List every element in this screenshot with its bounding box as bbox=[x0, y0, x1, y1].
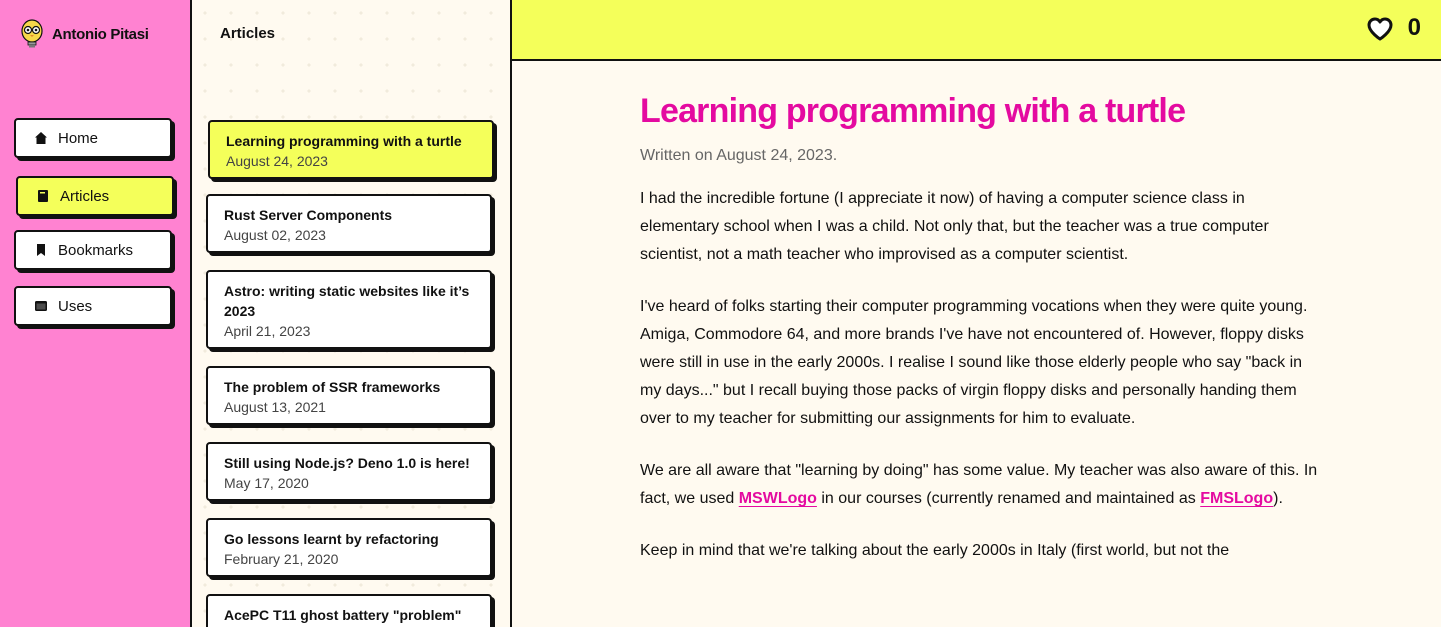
nav-articles[interactable]: Articles bbox=[16, 176, 174, 216]
articles-list-pane: Articles Learning programming with a tur… bbox=[192, 0, 512, 627]
article-card-date: May 17, 2020 bbox=[224, 475, 309, 491]
nav-articles-label: Articles bbox=[60, 187, 110, 205]
article-card[interactable]: The problem of SSR frameworks August 13,… bbox=[206, 366, 492, 425]
heart-icon[interactable] bbox=[1367, 17, 1393, 41]
article-card[interactable]: Still using Node.js? Deno 1.0 is here! M… bbox=[206, 442, 492, 501]
article-card-title: Astro: writing static websites like it’s… bbox=[224, 283, 470, 319]
article-card-title: The problem of SSR frameworks bbox=[224, 379, 441, 395]
brand[interactable]: Antonio Pitasi bbox=[20, 18, 149, 50]
bookmark-icon bbox=[37, 244, 45, 256]
article-card-title: Go lessons learnt by refactoring bbox=[224, 531, 439, 547]
article-card-title: Still using Node.js? Deno 1.0 is here! bbox=[224, 455, 470, 471]
article-card[interactable]: Go lessons learnt by refactoring Februar… bbox=[206, 518, 492, 577]
sidebar: Antonio Pitasi Home Articles Bookmarks U… bbox=[0, 0, 192, 627]
article-card-title: Learning programming with a turtle bbox=[226, 133, 462, 149]
owl-bulb-icon bbox=[21, 19, 43, 48]
nav-bookmarks[interactable]: Bookmarks bbox=[14, 230, 172, 270]
article-paragraph: I had the incredible fortune (I apprecia… bbox=[640, 190, 1269, 263]
article-card[interactable]: Astro: writing static websites like it’s… bbox=[206, 270, 492, 349]
article-card[interactable]: Rust Server Components August 02, 2023 bbox=[206, 194, 492, 253]
article-card-date: August 24, 2023 bbox=[226, 153, 328, 169]
laptop-icon bbox=[35, 301, 47, 311]
article-title: Learning programming with a turtle bbox=[640, 92, 1186, 130]
article-date: Written on August 24, 2023. bbox=[640, 147, 838, 164]
nav-home-label: Home bbox=[58, 129, 99, 147]
brand-name: Antonio Pitasi bbox=[52, 25, 149, 43]
nav-uses-label: Uses bbox=[58, 297, 93, 315]
article-card-date: April 21, 2023 bbox=[224, 323, 311, 339]
paragraph-text: ). bbox=[1273, 490, 1283, 507]
list-title: Articles bbox=[220, 25, 276, 42]
nav-bookmarks-label: Bookmarks bbox=[58, 241, 134, 259]
book-icon bbox=[38, 190, 48, 202]
article-card[interactable]: Learning programming with a turtle Augus… bbox=[208, 120, 494, 179]
article: Learning programming with a turtle Writt… bbox=[640, 88, 1320, 565]
article-card[interactable]: AcePC T11 ghost battery "problem" bbox=[206, 594, 492, 627]
article-card-title: Rust Server Components bbox=[224, 207, 393, 223]
home-icon bbox=[35, 132, 47, 144]
fmslogo-link[interactable]: FMSLogo bbox=[1200, 490, 1273, 507]
mswlogo-link[interactable]: MSWLogo bbox=[739, 490, 817, 507]
nav-uses[interactable]: Uses bbox=[14, 286, 172, 326]
article-card-title: AcePC T11 ghost battery "problem" bbox=[224, 607, 462, 623]
article-paragraph: Keep in mind that we're talking about th… bbox=[640, 542, 1230, 559]
paragraph-text: in our courses (currently renamed and ma… bbox=[816, 490, 1201, 507]
like-count: 0 bbox=[1407, 14, 1421, 41]
article-card-date: August 02, 2023 bbox=[224, 227, 326, 243]
article-card-date: February 21, 2020 bbox=[224, 551, 339, 567]
article-paragraph: I've heard of folks starting their compu… bbox=[640, 298, 1308, 427]
top-bar: 0 bbox=[512, 0, 1441, 61]
article-paragraph: We are all aware that "learning by doing… bbox=[640, 457, 1320, 513]
nav-home[interactable]: Home bbox=[14, 118, 172, 158]
article-card-date: August 13, 2021 bbox=[224, 399, 326, 415]
